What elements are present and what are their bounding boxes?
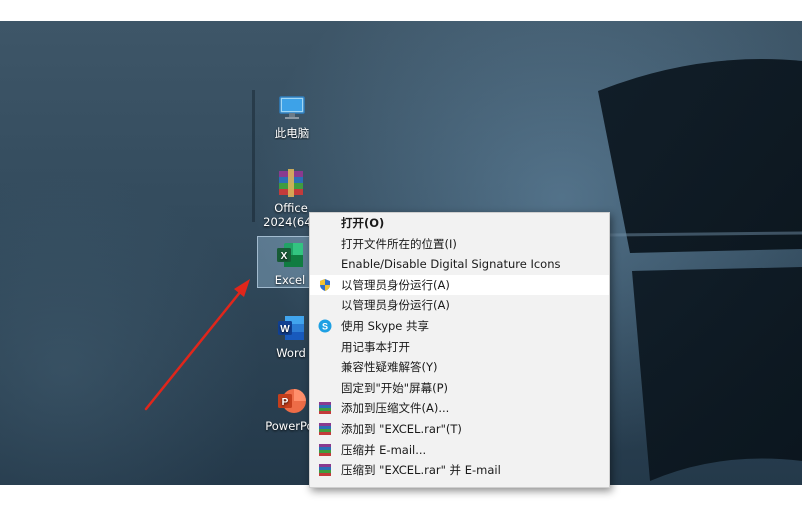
this-pc-icon bbox=[279, 96, 305, 119]
menu-item-open-file-location[interactable]: 打开文件所在的位置(I) bbox=[310, 234, 609, 255]
winrar-icon bbox=[319, 443, 331, 456]
menu-item-run-as-admin-highlighted[interactable]: 以管理员身份运行(A) bbox=[310, 274, 609, 296]
menu-item-label: 用记事本打开 bbox=[341, 339, 410, 354]
menu-item-label: 打开文件所在的位置(I) bbox=[341, 236, 457, 251]
winrar-icon bbox=[319, 402, 331, 415]
svg-text:W: W bbox=[280, 324, 290, 335]
menu-item-label: 压缩到 "EXCEL.rar" 并 E-mail bbox=[341, 463, 501, 478]
menu-item-open[interactable]: 打开(O) bbox=[310, 213, 609, 234]
word-icon: W bbox=[278, 316, 304, 340]
menu-item-compat-troubleshoot[interactable]: 兼容性疑难解答(Y) bbox=[310, 357, 609, 378]
menu-item-label: 以管理员身份运行(A) bbox=[341, 277, 450, 292]
menu-item-label: 添加到压缩文件(A)... bbox=[341, 401, 450, 416]
winrar-icon bbox=[319, 464, 331, 477]
menu-item-run-as-admin[interactable]: 以管理员身份运行(A) bbox=[310, 295, 609, 316]
excel-icon: X bbox=[277, 243, 303, 267]
menu-item-compress-to-excel-rar-and-email[interactable]: 压缩到 "EXCEL.rar" 并 E-mail bbox=[310, 460, 609, 481]
svg-text:S: S bbox=[322, 321, 328, 331]
winrar-icon bbox=[319, 422, 331, 435]
powerpoint-icon: P bbox=[278, 389, 306, 413]
menu-item-label: 固定到"开始"屏幕(P) bbox=[341, 380, 448, 395]
menu-item-compress-and-email[interactable]: 压缩并 E-mail... bbox=[310, 440, 609, 461]
menu-item-add-to-excel-rar[interactable]: 添加到 "EXCEL.rar"(T) bbox=[310, 419, 609, 440]
svg-text:P: P bbox=[282, 397, 289, 408]
menu-item-label: 压缩并 E-mail... bbox=[341, 442, 427, 457]
menu-item-share-skype[interactable]: S 使用 Skype 共享 bbox=[310, 316, 609, 337]
desktop-icon-label: 此电脑 bbox=[274, 126, 310, 140]
menu-item-open-with-notepad[interactable]: 用记事本打开 bbox=[310, 337, 609, 358]
menu-item-label: 以管理员身份运行(A) bbox=[341, 298, 450, 313]
skype-icon: S bbox=[318, 319, 332, 333]
menu-item-label: 添加到 "EXCEL.rar"(T) bbox=[341, 421, 462, 436]
menu-item-add-to-archive[interactable]: 添加到压缩文件(A)... bbox=[310, 398, 609, 419]
menu-item-digital-signature-icons[interactable]: Enable/Disable Digital Signature Icons bbox=[310, 254, 609, 275]
menu-item-label: Enable/Disable Digital Signature Icons bbox=[341, 257, 561, 272]
menu-item-label: 兼容性疑难解答(Y) bbox=[341, 360, 438, 375]
uac-shield-icon bbox=[320, 278, 330, 291]
desktop-icon-this-pc[interactable]: 此电脑 bbox=[253, 92, 331, 140]
menu-item-pin-to-start[interactable]: 固定到"开始"屏幕(P) bbox=[310, 378, 609, 399]
menu-item-label: 使用 Skype 共享 bbox=[341, 318, 430, 333]
context-menu: 打开(O) 打开文件所在的位置(I) Enable/Disable Digita… bbox=[309, 212, 610, 488]
menu-item-label: 打开(O) bbox=[341, 216, 385, 230]
svg-text:X: X bbox=[281, 251, 288, 262]
winrar-installer-icon bbox=[279, 169, 303, 197]
